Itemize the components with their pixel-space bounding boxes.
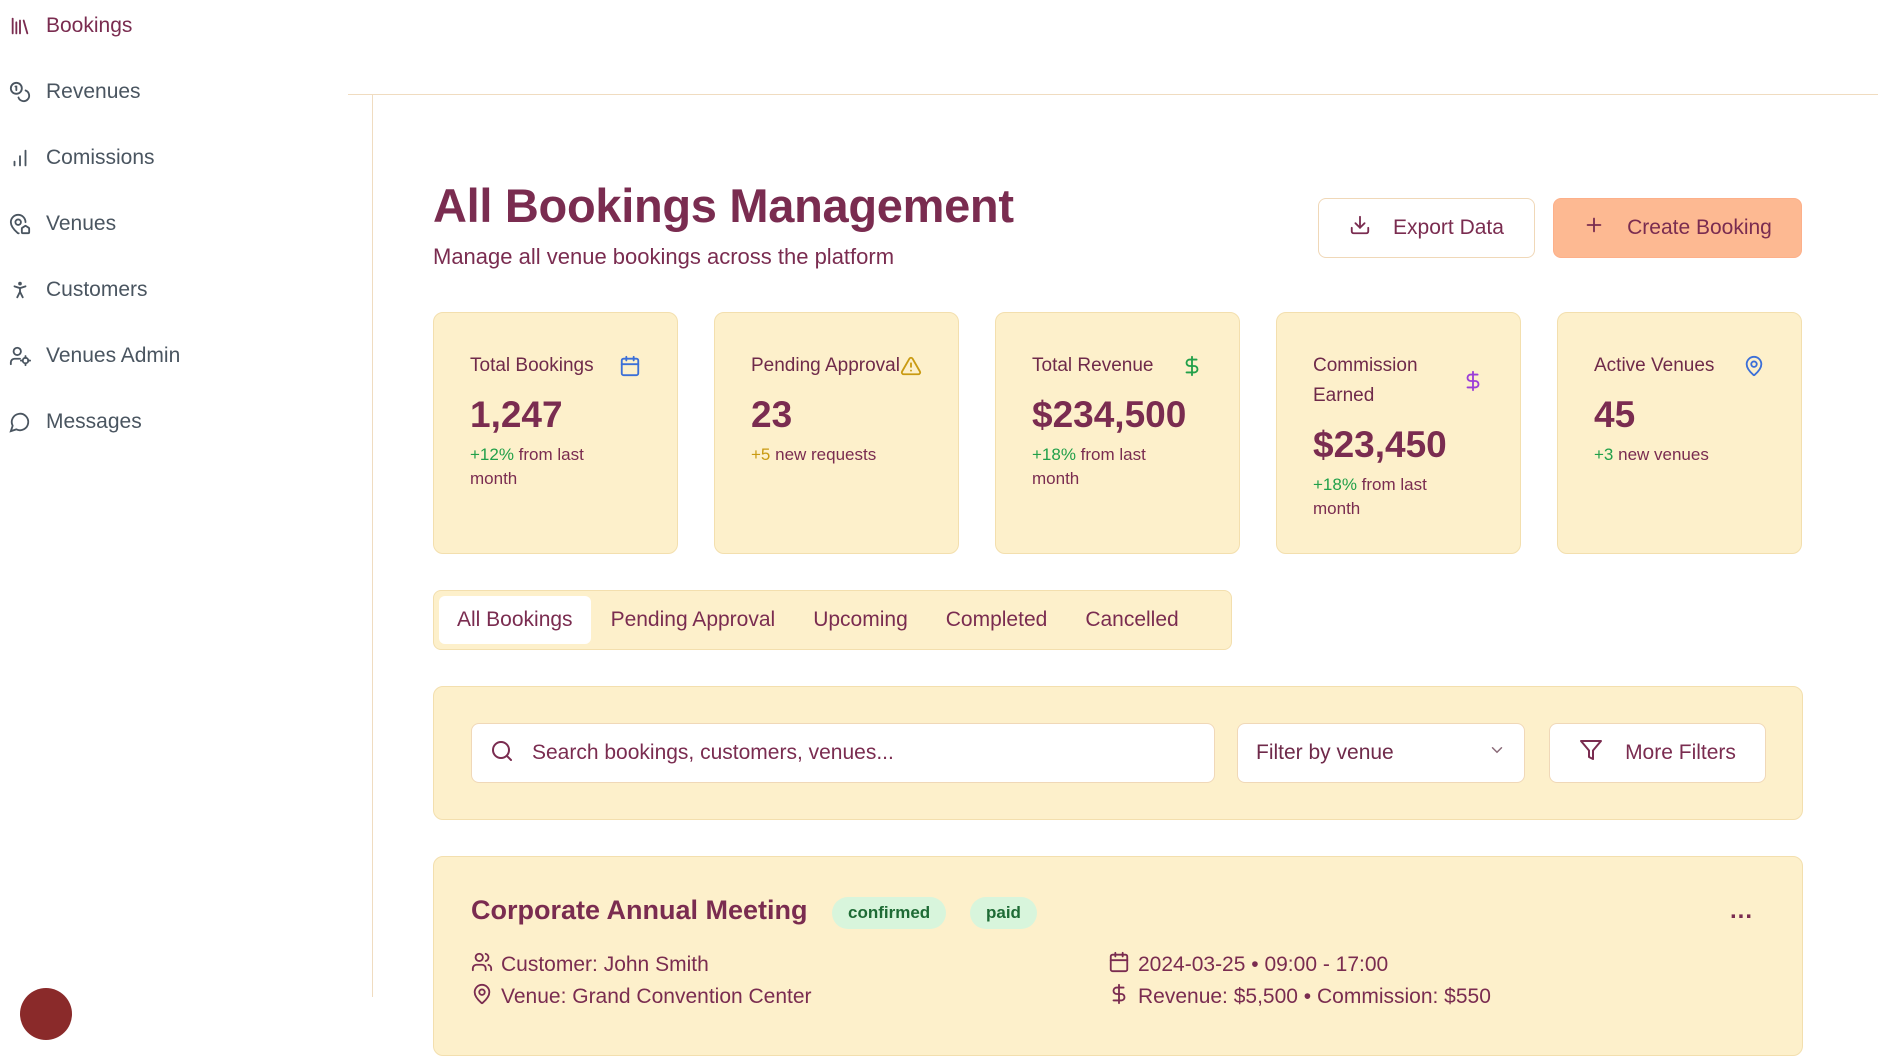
main-divider	[372, 95, 373, 997]
sidebar-item-venues[interactable]: Venues	[8, 204, 116, 244]
stat-delta: +3	[1594, 445, 1614, 464]
create-booking-label: Create Booking	[1627, 216, 1772, 239]
payment-badge: paid	[970, 897, 1037, 929]
stat-value: 1,247	[470, 394, 563, 435]
dollar-icon	[1181, 355, 1203, 377]
download-icon	[1349, 214, 1371, 242]
sidebar-item-label: Venues Admin	[46, 344, 181, 367]
filter-panel: Filter by venue More Filters	[433, 686, 1803, 820]
stat-delta: +5	[751, 445, 771, 464]
status-badge: confirmed	[832, 897, 947, 929]
stat-value: $23,450	[1313, 424, 1447, 465]
sidebar-item-venues-admin[interactable]: Venues Admin	[8, 336, 180, 376]
sidebar-item-customers[interactable]: Customers	[8, 270, 148, 310]
sidebar-item-label: Revenues	[46, 80, 141, 103]
booking-tabs: All Bookings Pending Approval Upcoming C…	[433, 590, 1232, 650]
booking-customer: Customer: John Smith	[471, 951, 709, 979]
booking-venue-text: Venue: Grand Convention Center	[501, 985, 812, 1008]
export-data-label: Export Data	[1393, 216, 1504, 239]
sidebar-item-label: Messages	[46, 410, 142, 433]
users-icon	[471, 951, 493, 979]
stat-change: +18% from last month	[1313, 473, 1473, 521]
stat-change-text: new venues	[1613, 445, 1709, 464]
page-subtitle: Manage all venue bookings across the pla…	[433, 244, 895, 269]
create-booking-button[interactable]: Create Booking	[1553, 198, 1802, 258]
sidebar-item-comissions[interactable]: Comissions	[8, 138, 155, 178]
tab-upcoming[interactable]: Upcoming	[795, 596, 926, 644]
stat-card-pending-approval: Pending Approval 23 +5 new requests	[714, 312, 959, 554]
sidebar-item-label: Comissions	[46, 146, 155, 169]
stat-change: +3 new venues	[1594, 443, 1754, 467]
map-pin-house-icon	[8, 212, 32, 236]
chevron-down-icon	[1488, 741, 1506, 765]
sidebar-item-bookings[interactable]: Bookings	[8, 6, 132, 46]
stat-label: Pending Approval	[751, 355, 900, 376]
booking-datetime-text: 2024-03-25 • 09:00 - 17:00	[1138, 953, 1389, 976]
user-cog-icon	[8, 344, 32, 368]
stat-label: Total Bookings	[470, 355, 594, 376]
booking-venue: Venue: Grand Convention Center	[471, 983, 812, 1011]
search-icon	[490, 739, 514, 768]
search-input[interactable]	[532, 741, 1172, 765]
sidebar-item-messages[interactable]: Messages	[8, 402, 142, 442]
stat-change-text: new requests	[770, 445, 877, 464]
more-filters-button[interactable]: More Filters	[1549, 723, 1766, 783]
coins-icon	[8, 80, 32, 104]
calendar-icon	[619, 355, 641, 377]
stat-delta: +18%	[1313, 475, 1357, 494]
venue-filter-select[interactable]: Filter by venue	[1237, 723, 1525, 783]
calendar-icon	[1108, 951, 1130, 979]
page-title: All Bookings Management	[433, 179, 1014, 232]
stat-delta: +18%	[1032, 445, 1076, 464]
dollar-icon	[1108, 983, 1130, 1011]
booking-revenue-text: Revenue: $5,500 • Commission: $550	[1138, 985, 1491, 1008]
plus-icon	[1583, 214, 1605, 242]
stat-value: 23	[751, 394, 793, 435]
map-pin-icon	[1743, 355, 1765, 377]
stat-label: Total Revenue	[1032, 355, 1154, 376]
stat-change: +12% from last month	[470, 443, 630, 491]
sidebar-item-revenues[interactable]: Revenues	[8, 72, 141, 112]
stat-value: 45	[1594, 394, 1636, 435]
top-header	[348, 0, 1878, 95]
venue-filter-value: Filter by venue	[1256, 741, 1394, 764]
stat-label: Active Venues	[1594, 355, 1715, 376]
stat-card-commission-earned: Commission Earned $23,450 +18% from last…	[1276, 312, 1521, 554]
stat-value: $234,500	[1032, 394, 1187, 435]
stat-delta: +12%	[470, 445, 514, 464]
stat-change: +5 new requests	[751, 443, 911, 467]
bar-chart-icon	[8, 146, 32, 170]
booking-revenue: Revenue: $5,500 • Commission: $550	[1108, 983, 1491, 1011]
sidebar-item-label: Venues	[46, 212, 117, 235]
sidebar-item-label: Customers	[46, 278, 148, 301]
booking-customer-text: Customer: John Smith	[501, 953, 709, 976]
dollar-icon	[1462, 370, 1484, 392]
booking-title: Corporate Annual Meeting	[471, 895, 808, 925]
tab-pending-approval[interactable]: Pending Approval	[593, 596, 794, 644]
tab-all-bookings[interactable]: All Bookings	[439, 596, 591, 644]
more-options-button[interactable]: ...	[1730, 897, 1753, 925]
filter-icon	[1579, 738, 1603, 768]
sidebar-item-label: Bookings	[46, 14, 133, 37]
booking-datetime: 2024-03-25 • 09:00 - 17:00	[1108, 951, 1388, 979]
map-pin-icon	[471, 983, 493, 1011]
tab-cancelled[interactable]: Cancelled	[1067, 596, 1196, 644]
stat-card-active-venues: Active Venues 45 +3 new venues	[1557, 312, 1802, 554]
person-standing-icon	[8, 278, 32, 302]
avatar[interactable]	[20, 988, 72, 1040]
message-circle-icon	[8, 410, 32, 434]
stat-card-total-revenue: Total Revenue $234,500 +18% from last mo…	[995, 312, 1240, 554]
stat-label: Commission Earned	[1313, 355, 1418, 406]
warning-icon	[900, 355, 922, 377]
tab-completed[interactable]: Completed	[928, 596, 1066, 644]
library-icon	[8, 14, 32, 38]
more-filters-label: More Filters	[1625, 741, 1736, 764]
export-data-button[interactable]: Export Data	[1318, 198, 1535, 258]
search-box	[471, 723, 1215, 783]
stat-card-total-bookings: Total Bookings 1,247 +12% from last mont…	[433, 312, 678, 554]
booking-card[interactable]: Corporate Annual Meeting confirmed paid …	[433, 856, 1803, 1056]
stat-change: +18% from last month	[1032, 443, 1192, 491]
sidebar: Bookings Revenues Comissions Venues Cust…	[0, 0, 372, 1040]
